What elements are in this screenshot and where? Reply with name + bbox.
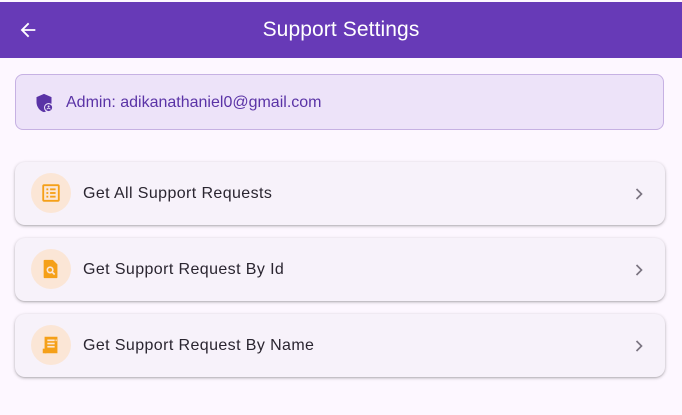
arrow-left-icon — [20, 22, 36, 38]
menu-item-label: Get Support Request By Id — [83, 261, 285, 278]
admin-info-card: Admin: adikanathaniel0@gmail.com — [15, 74, 664, 130]
get-support-request-by-name-item[interactable]: Get Support Request By Name — [15, 314, 665, 377]
admin-email-label: Admin: adikanathaniel0@gmail.com — [66, 94, 322, 111]
menu-item-label: Get Support Request By Name — [83, 337, 315, 354]
receipt-long-icon — [42, 336, 58, 354]
chevron-right-icon — [635, 188, 643, 200]
icon-avatar — [31, 249, 71, 289]
chevron-right-icon — [635, 340, 643, 352]
page-title: Support Settings — [262, 18, 420, 41]
get-all-support-requests-item[interactable]: Get All Support Requests — [15, 162, 665, 225]
list-alt-icon — [42, 184, 60, 202]
admin-shield-icon — [36, 93, 54, 113]
menu-item-label: Get All Support Requests — [83, 185, 273, 202]
chevron-right-icon — [635, 264, 643, 276]
find-in-page-icon — [43, 259, 58, 279]
get-support-request-by-id-item[interactable]: Get Support Request By Id — [15, 238, 665, 301]
back-button[interactable] — [10, 12, 46, 48]
app-bar: Support Settings — [0, 2, 682, 58]
icon-avatar — [31, 173, 71, 213]
icon-avatar — [31, 325, 71, 365]
